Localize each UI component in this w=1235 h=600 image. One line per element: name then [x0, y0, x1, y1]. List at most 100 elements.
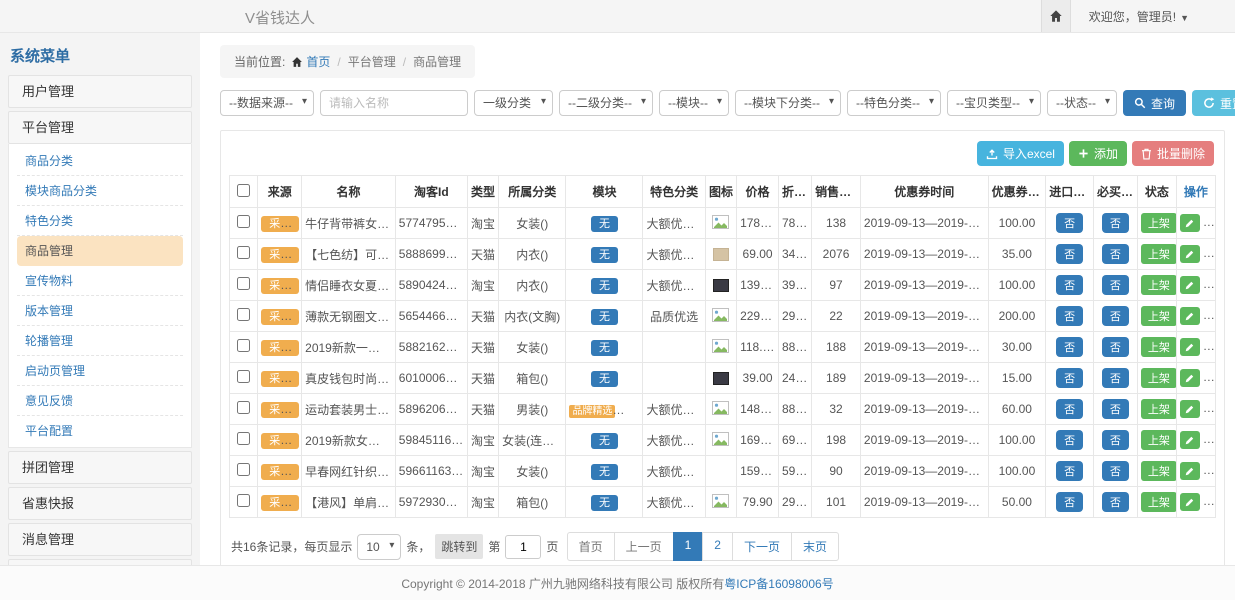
- must-buy-toggle[interactable]: 否: [1102, 213, 1129, 233]
- sidebar-subitem-promo-material[interactable]: 宣传物料: [17, 266, 183, 296]
- import-select-toggle[interactable]: 否: [1056, 244, 1083, 264]
- source-badge[interactable]: 采集: [261, 216, 299, 232]
- sidebar-subitem-carousel-management[interactable]: 轮播管理: [17, 326, 183, 356]
- sidebar-subitem-module-goods-category[interactable]: 模块商品分类: [17, 176, 183, 206]
- module-subcategory-select[interactable]: --模块下分类--: [735, 90, 841, 116]
- row-checkbox[interactable]: [237, 308, 250, 321]
- sidebar-item-groupbuy-management[interactable]: 拼团管理: [8, 451, 192, 484]
- row-checkbox[interactable]: [237, 401, 250, 414]
- must-buy-toggle[interactable]: 否: [1102, 399, 1129, 419]
- status-toggle[interactable]: 上架: [1141, 306, 1177, 326]
- search-button[interactable]: 查询: [1123, 90, 1186, 116]
- row-checkbox[interactable]: [237, 432, 250, 445]
- name-input[interactable]: [320, 90, 468, 116]
- row-checkbox[interactable]: [237, 277, 250, 290]
- batch-delete-button[interactable]: 批量删除: [1132, 141, 1214, 166]
- source-badge[interactable]: 采集: [261, 371, 299, 387]
- user-menu[interactable]: 欢迎您，管理员!▼: [1089, 8, 1189, 25]
- status-select[interactable]: --状态--: [1047, 90, 1117, 116]
- must-buy-toggle[interactable]: 否: [1102, 337, 1129, 357]
- import-select-toggle[interactable]: 否: [1056, 368, 1083, 388]
- edit-button[interactable]: [1180, 400, 1200, 418]
- source-badge[interactable]: 采集: [261, 247, 299, 263]
- must-buy-toggle[interactable]: 否: [1102, 430, 1129, 450]
- data-source-select[interactable]: --数据来源--: [220, 90, 314, 116]
- import-select-toggle[interactable]: 否: [1056, 492, 1083, 512]
- per-page-select[interactable]: 10: [357, 534, 401, 560]
- sidebar-subitem-feature-category[interactable]: 特色分类: [17, 206, 183, 236]
- edit-button[interactable]: [1180, 462, 1200, 480]
- row-checkbox[interactable]: [237, 370, 250, 383]
- import-select-toggle[interactable]: 否: [1056, 213, 1083, 233]
- must-buy-toggle[interactable]: 否: [1102, 244, 1129, 264]
- status-toggle[interactable]: 上架: [1141, 492, 1177, 512]
- level2-category-select[interactable]: --二级分类--: [559, 90, 653, 116]
- edit-button[interactable]: [1180, 307, 1200, 325]
- status-toggle[interactable]: 上架: [1141, 461, 1177, 481]
- sidebar-item-message-management[interactable]: 消息管理: [8, 523, 192, 556]
- edit-button[interactable]: [1180, 245, 1200, 263]
- sidebar-subitem-goods-category[interactable]: 商品分类: [17, 146, 183, 176]
- row-checkbox[interactable]: [237, 215, 250, 228]
- source-badge[interactable]: 采集: [261, 278, 299, 294]
- home-button[interactable]: [1041, 0, 1071, 32]
- import-select-toggle[interactable]: 否: [1056, 337, 1083, 357]
- sidebar-subitem-goods-management[interactable]: 商品管理: [17, 236, 183, 266]
- edit-button[interactable]: [1180, 369, 1200, 387]
- edit-button[interactable]: [1180, 338, 1200, 356]
- page-button-上一页[interactable]: 上一页: [614, 532, 674, 561]
- sidebar-item-user-management[interactable]: 用户管理: [8, 75, 192, 108]
- import-select-toggle[interactable]: 否: [1056, 430, 1083, 450]
- reset-button[interactable]: 重置: [1192, 90, 1235, 116]
- row-checkbox[interactable]: [237, 463, 250, 476]
- edit-button[interactable]: [1180, 493, 1200, 511]
- source-badge[interactable]: 采集: [261, 340, 299, 356]
- status-toggle[interactable]: 上架: [1141, 275, 1177, 295]
- must-buy-toggle[interactable]: 否: [1102, 492, 1129, 512]
- sidebar-item-saving-express[interactable]: 省惠快报: [8, 487, 192, 520]
- must-buy-toggle[interactable]: 否: [1102, 368, 1129, 388]
- edit-button[interactable]: [1180, 276, 1200, 294]
- page-button-末页[interactable]: 末页: [791, 532, 839, 561]
- row-checkbox[interactable]: [237, 494, 250, 507]
- level1-category-select[interactable]: 一级分类: [474, 90, 553, 116]
- status-toggle[interactable]: 上架: [1141, 430, 1177, 450]
- item-type-select[interactable]: --宝贝类型--: [947, 90, 1041, 116]
- import-select-toggle[interactable]: 否: [1056, 399, 1083, 419]
- feature-category-select[interactable]: --特色分类--: [847, 90, 941, 116]
- icp-link[interactable]: 粤ICP备16098006号: [724, 575, 833, 592]
- page-number-input[interactable]: [505, 535, 541, 559]
- edit-button[interactable]: [1180, 214, 1200, 232]
- sidebar-subitem-splash-management[interactable]: 启动页管理: [17, 356, 183, 386]
- status-toggle[interactable]: 上架: [1141, 213, 1177, 233]
- module-select[interactable]: --模块--: [659, 90, 729, 116]
- page-button-下一页[interactable]: 下一页: [732, 532, 792, 561]
- page-button-2[interactable]: 2: [702, 532, 733, 561]
- source-badge[interactable]: 采集: [261, 309, 299, 325]
- must-buy-toggle[interactable]: 否: [1102, 306, 1129, 326]
- select-all-checkbox[interactable]: [237, 184, 250, 197]
- import-excel-button[interactable]: 导入excel: [977, 141, 1064, 166]
- source-badge[interactable]: 采集: [261, 433, 299, 449]
- add-button[interactable]: 添加: [1069, 141, 1127, 166]
- import-select-toggle[interactable]: 否: [1056, 275, 1083, 295]
- sidebar-item-platform-management[interactable]: 平台管理: [8, 111, 192, 144]
- sidebar-subitem-version-management[interactable]: 版本管理: [17, 296, 183, 326]
- sidebar-subitem-platform-config[interactable]: 平台配置: [17, 416, 183, 445]
- import-select-toggle[interactable]: 否: [1056, 461, 1083, 481]
- jump-button[interactable]: 跳转到: [435, 534, 483, 559]
- status-toggle[interactable]: 上架: [1141, 244, 1177, 264]
- status-toggle[interactable]: 上架: [1141, 337, 1177, 357]
- sidebar-item-order-management[interactable]: 订单管理: [8, 559, 192, 565]
- source-badge[interactable]: 采集: [261, 464, 299, 480]
- page-button-1[interactable]: 1: [673, 532, 704, 561]
- page-button-首页[interactable]: 首页: [567, 532, 615, 561]
- breadcrumb-home-link[interactable]: 首页: [306, 53, 330, 70]
- must-buy-toggle[interactable]: 否: [1102, 461, 1129, 481]
- edit-button[interactable]: [1180, 431, 1200, 449]
- must-buy-toggle[interactable]: 否: [1102, 275, 1129, 295]
- row-checkbox[interactable]: [237, 246, 250, 259]
- row-checkbox[interactable]: [237, 339, 250, 352]
- status-toggle[interactable]: 上架: [1141, 368, 1177, 388]
- source-badge[interactable]: 采集: [261, 402, 299, 418]
